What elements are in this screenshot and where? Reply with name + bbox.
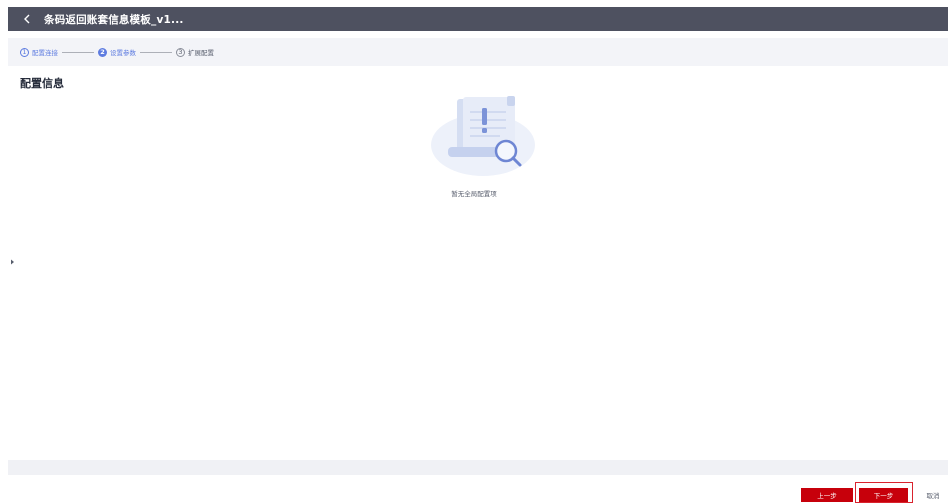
step-set-params[interactable]: 2 设置参数 — [98, 47, 136, 57]
chevron-left-icon — [24, 14, 30, 24]
header-bar: 条码返回账套信息模板_v1... — [8, 7, 948, 31]
step-connector-2 — [140, 51, 172, 53]
step-label-3: 扩展配置 — [188, 49, 214, 57]
empty-state-text: 暂无全局配置项 — [451, 190, 497, 198]
step-number-2: 2 — [98, 47, 107, 57]
caret-right-icon[interactable] — [10, 259, 15, 265]
empty-document-search-icon — [431, 96, 535, 176]
step-label-2: 设置参数 — [110, 49, 136, 57]
step-number-1: 1 — [20, 47, 29, 57]
section-title: 配置信息 — [20, 77, 64, 90]
back-button[interactable] — [20, 12, 34, 26]
previous-step-button[interactable]: 上一步 — [801, 488, 853, 502]
page-title: 条码返回账套信息模板_v1... — [44, 13, 184, 26]
step-config-connection[interactable]: 1 配置连接 — [20, 47, 58, 57]
cancel-button[interactable]: 取消 — [918, 488, 948, 502]
step-number-3: 3 — [176, 47, 185, 57]
next-step-button[interactable]: 下一步 — [859, 488, 908, 502]
step-label-1: 配置连接 — [32, 49, 58, 57]
bottom-divider — [8, 460, 948, 475]
wizard-steps: 1 配置连接 2 设置参数 3 扩展配置 — [8, 38, 948, 66]
step-extend-config[interactable]: 3 扩展配置 — [176, 47, 214, 57]
config-wizard-page: 条码返回账套信息模板_v1... 1 配置连接 2 设置参数 3 扩展配置 配置… — [0, 0, 948, 503]
step-connector-1 — [62, 51, 94, 53]
